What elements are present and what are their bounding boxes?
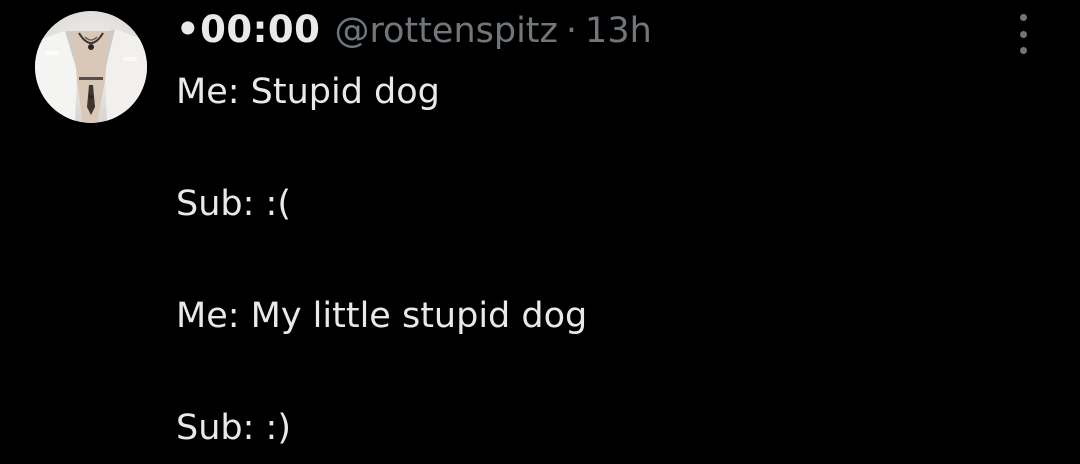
tweet-line: Sub: :) [176,408,291,448]
avatar[interactable] [35,11,147,123]
avatar-image [35,29,147,123]
timestamp[interactable]: 13h [585,11,652,51]
tweet-header: •00:00 @rottenspitz · 13h [176,8,652,54]
more-dot [1019,14,1027,21]
separator-dot: · [565,11,578,51]
more-dot [1019,30,1027,38]
tweet-line: Me: Stupid dog [176,72,440,112]
tweet: •00:00 @rottenspitz · 13h Me: Stupid dog… [0,0,1080,464]
tweet-line: Me: My little stupid dog [176,296,588,336]
more-vertical-icon[interactable] [1008,14,1038,54]
more-dot [1019,47,1027,54]
tweet-line: Sub: :( [176,184,291,224]
tweet-text: Me: Stupid dog Sub: :( Me: My little stu… [176,64,1036,456]
display-name[interactable]: •00:00 [176,8,320,51]
user-handle[interactable]: @rottenspitz [334,11,557,51]
